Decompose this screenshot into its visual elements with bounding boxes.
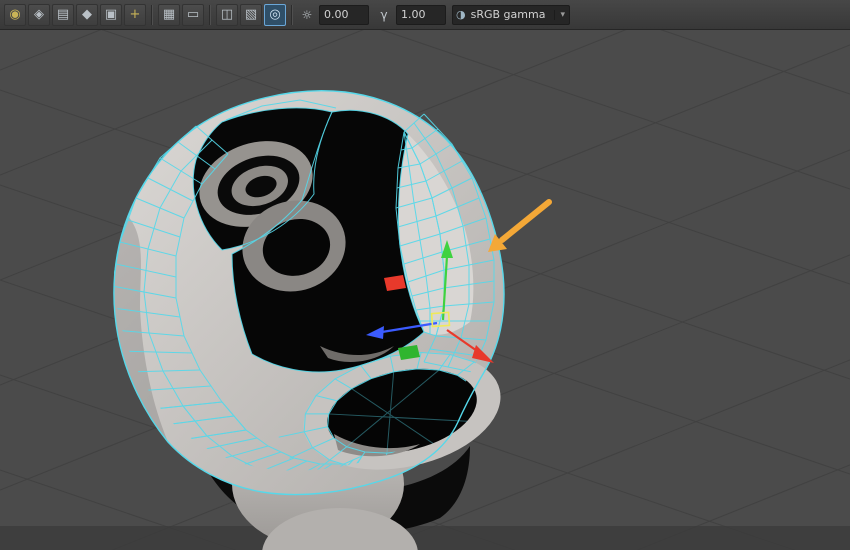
- viewport-toolbar: ◉ ◈ ▤ ◆ ▣ + ▦ ▭ ◫ ▧ ◎ ☼ γ ◑ sRGB gamma ▾: [0, 0, 850, 30]
- gate-mask-icon[interactable]: ▧: [240, 3, 262, 26]
- toolbar-separator: [209, 4, 211, 25]
- annotation-arrow: [488, 199, 552, 252]
- scene-canvas[interactable]: [0, 30, 850, 550]
- maya-viewport-window: ◉ ◈ ▤ ◆ ▣ + ▦ ▭ ◫ ▧ ◎ ☼ γ ◑ sRGB gamma ▾: [0, 0, 850, 550]
- film-gate-icon[interactable]: ▭: [182, 3, 204, 26]
- exposure-field[interactable]: [319, 4, 369, 25]
- lock-camera-icon[interactable]: ◈: [28, 3, 50, 26]
- view-transform-value: sRGB gamma: [470, 8, 546, 21]
- select-camera-icon[interactable]: ◉: [4, 3, 26, 26]
- color-management-icon: ◑: [456, 8, 466, 21]
- chevron-down-icon: ▾: [554, 9, 565, 20]
- image-plane-icon[interactable]: ▣: [100, 3, 122, 26]
- camera-attributes-icon[interactable]: ▤: [52, 3, 74, 26]
- grid-icon[interactable]: ▦: [158, 3, 180, 26]
- gamma-field[interactable]: [396, 4, 446, 25]
- toolbar-separator: [151, 4, 153, 25]
- wireframe-on-shaded-icon[interactable]: ◎: [264, 3, 286, 26]
- bookmarks-icon[interactable]: ◆: [76, 3, 98, 26]
- toolbar-separator: [291, 4, 293, 25]
- view-transform-dropdown[interactable]: ◑ sRGB gamma ▾: [452, 4, 570, 25]
- resolution-gate-icon[interactable]: ◫: [216, 3, 238, 26]
- exposure-icon[interactable]: ☼: [298, 6, 316, 24]
- viewport-3d[interactable]: [0, 30, 850, 550]
- gamma-icon[interactable]: γ: [375, 6, 393, 24]
- two-d-pan-zoom-icon[interactable]: +: [124, 3, 146, 26]
